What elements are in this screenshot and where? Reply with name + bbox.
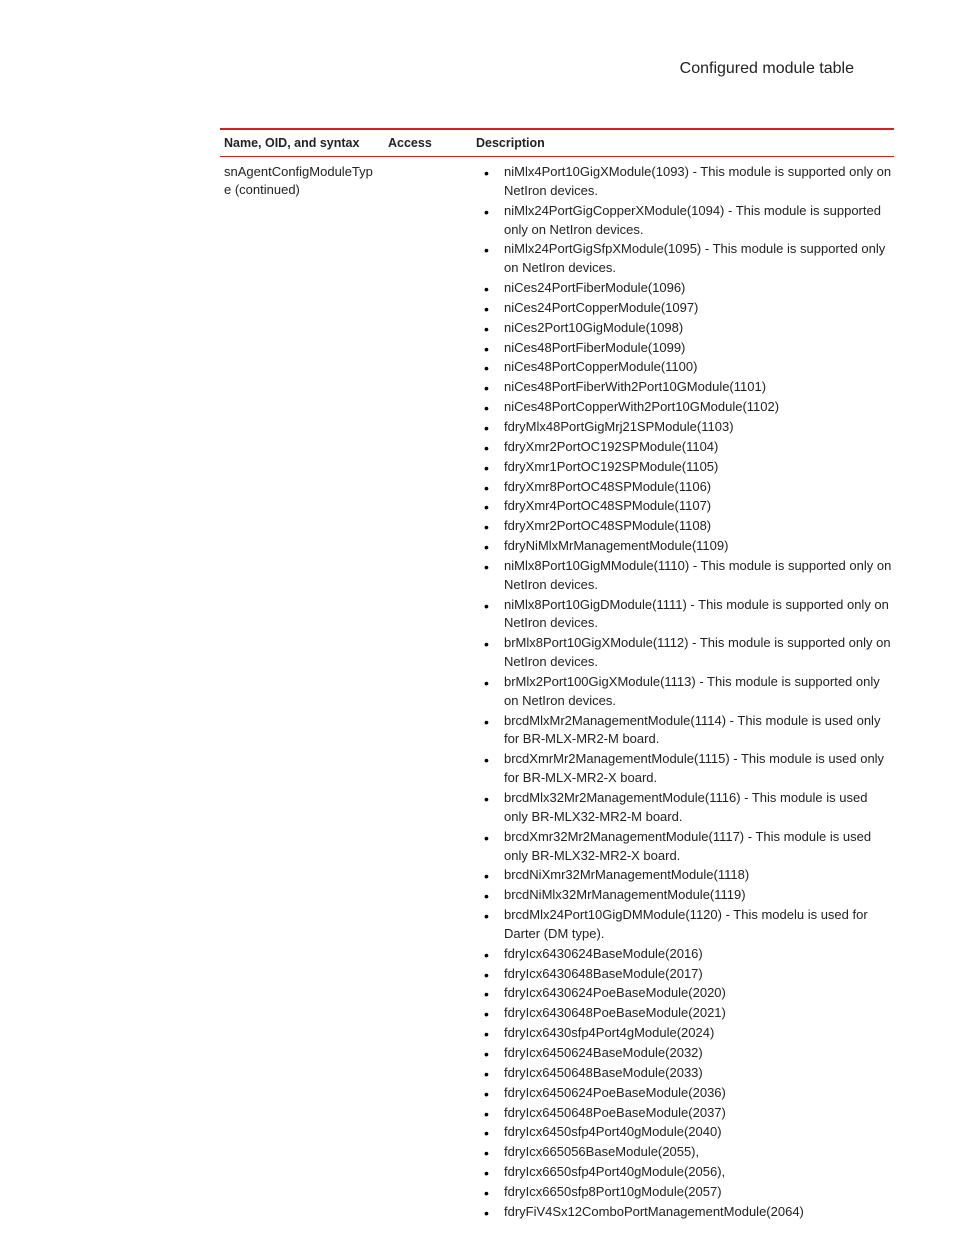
list-item: niMlx24PortGigSfpXModule(1095) - This mo… <box>476 240 894 278</box>
list-item: niMlx8Port10GigMModule(1110) - This modu… <box>476 557 894 595</box>
list-item: niCes24PortFiberModule(1096) <box>476 279 894 298</box>
list-item: niCes24PortCopperModule(1097) <box>476 299 894 318</box>
list-item: brMlx8Port10GigXModule(1112) - This modu… <box>476 634 894 672</box>
list-item: fdryXmr1PortOC192SPModule(1105) <box>476 458 894 477</box>
list-item: fdryIcx6430648BaseModule(2017) <box>476 965 894 984</box>
list-item: fdryIcx6430648PoeBaseModule(2021) <box>476 1004 894 1023</box>
list-item: fdryXmr4PortOC48SPModule(1107) <box>476 497 894 516</box>
list-item: brcdXmrMr2ManagementModule(1115) - This … <box>476 750 894 788</box>
list-item: fdryXmr8PortOC48SPModule(1106) <box>476 478 894 497</box>
header-access: Access <box>388 136 476 150</box>
list-item: brcdMlxMr2ManagementModule(1114) - This … <box>476 712 894 750</box>
list-item: niCes48PortFiberModule(1099) <box>476 339 894 358</box>
list-item: fdryIcx6430624PoeBaseModule(2020) <box>476 984 894 1003</box>
list-item: niCes48PortFiberWith2Port10GModule(1101) <box>476 378 894 397</box>
header-name: Name, OID, and syntax <box>220 136 388 150</box>
list-item: fdryIcx665056BaseModule(2055), <box>476 1143 894 1162</box>
list-item: fdryIcx6450624BaseModule(2032) <box>476 1044 894 1063</box>
module-table: Name, OID, and syntax Access Description… <box>220 128 894 1223</box>
table-row: snAgentConfigModuleType (continued) niMl… <box>220 157 894 1223</box>
list-item: fdryXmr2PortOC48SPModule(1108) <box>476 517 894 536</box>
list-item: brcdXmr32Mr2ManagementModule(1117) - Thi… <box>476 828 894 866</box>
list-item: niCes48PortCopperModule(1100) <box>476 358 894 377</box>
list-item: niMlx8Port10GigDModule(1111) - This modu… <box>476 596 894 634</box>
list-item: fdryFiV4Sx12ComboPortManagementModule(20… <box>476 1203 894 1222</box>
list-item: fdryIcx6430sfp4Port4gModule(2024) <box>476 1024 894 1043</box>
list-item: brcdMlx32Mr2ManagementModule(1116) - Thi… <box>476 789 894 827</box>
list-item: brcdMlx24Port10GigDMModule(1120) - This … <box>476 906 894 944</box>
list-item: brcdNiXmr32MrManagementModule(1118) <box>476 866 894 885</box>
list-item: niCes2Port10GigModule(1098) <box>476 319 894 338</box>
list-item: niMlx24PortGigCopperXModule(1094) - This… <box>476 202 894 240</box>
cell-description: niMlx4Port10GigXModule(1093) - This modu… <box>476 163 894 1223</box>
list-item: brMlx2Port100GigXModule(1113) - This mod… <box>476 673 894 711</box>
content-area: Name, OID, and syntax Access Description… <box>220 128 894 1223</box>
header-description: Description <box>476 136 894 150</box>
page-header-title: Configured module table <box>0 60 954 78</box>
list-item: fdryIcx6450624PoeBaseModule(2036) <box>476 1084 894 1103</box>
list-item: fdryMlx48PortGigMrj21SPModule(1103) <box>476 418 894 437</box>
list-item: fdryIcx6650sfp8Port10gModule(2057) <box>476 1183 894 1202</box>
cell-name: snAgentConfigModuleType (continued) <box>220 163 388 1223</box>
table-header-row: Name, OID, and syntax Access Description <box>220 130 894 157</box>
list-item: fdryXmr2PortOC192SPModule(1104) <box>476 438 894 457</box>
list-item: fdryIcx6650sfp4Port40gModule(2056), <box>476 1163 894 1182</box>
list-item: fdryNiMlxMrManagementModule(1109) <box>476 537 894 556</box>
list-item: fdryIcx6450sfp4Port40gModule(2040) <box>476 1123 894 1142</box>
list-item: fdryIcx6450648PoeBaseModule(2037) <box>476 1104 894 1123</box>
list-item: niMlx4Port10GigXModule(1093) - This modu… <box>476 163 894 201</box>
list-item: fdryIcx6430624BaseModule(2016) <box>476 945 894 964</box>
list-item: fdryIcx6450648BaseModule(2033) <box>476 1064 894 1083</box>
list-item: niCes48PortCopperWith2Port10GModule(1102… <box>476 398 894 417</box>
description-list: niMlx4Port10GigXModule(1093) - This modu… <box>476 163 894 1222</box>
cell-access <box>388 163 476 1223</box>
list-item: brcdNiMlx32MrManagementModule(1119) <box>476 886 894 905</box>
